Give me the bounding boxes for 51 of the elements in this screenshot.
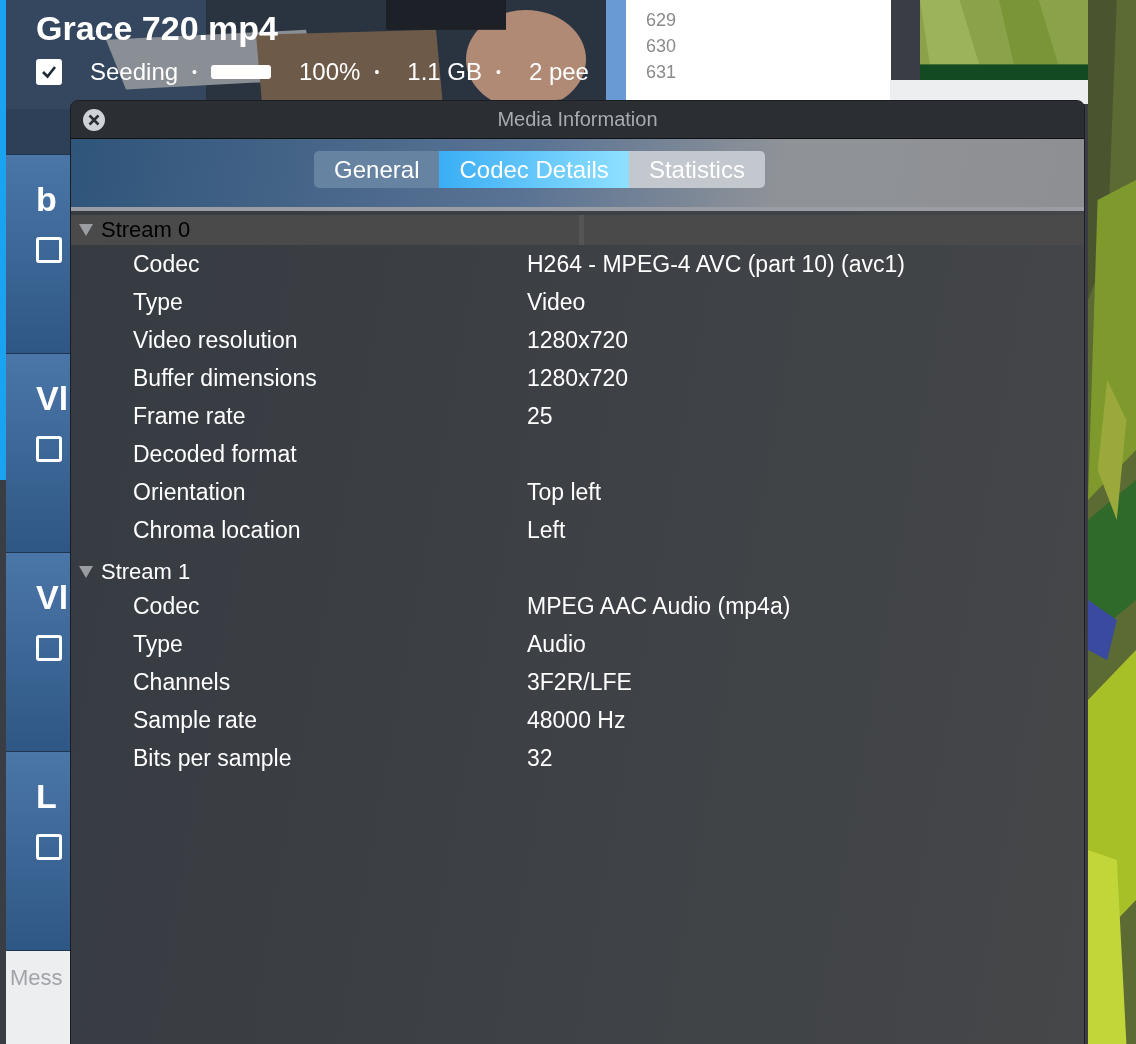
tab[interactable]: General xyxy=(314,151,440,188)
torrent-title: L xyxy=(36,776,57,816)
line-number: 630 xyxy=(646,35,677,58)
property-value: 1280x720 xyxy=(527,326,629,354)
property-value: Left xyxy=(527,516,566,544)
tab[interactable]: Codec Details xyxy=(439,151,629,188)
separator-dot: • xyxy=(496,64,501,80)
property-value: H264 - MPEG-4 AVC (part 10) (avc1) xyxy=(527,250,905,278)
property-label: Codec xyxy=(132,250,201,278)
property-value: 3F2R/LFE xyxy=(527,668,632,696)
property-value: 48000 Hz xyxy=(527,706,626,734)
property-value: 32 xyxy=(527,744,553,772)
checkbox[interactable] xyxy=(36,237,62,263)
property-label: Buffer dimensions xyxy=(132,364,318,392)
property-label: Sample rate xyxy=(132,706,258,734)
property-value: Video xyxy=(527,288,586,316)
property-label: Orientation xyxy=(132,478,247,506)
property-label: Video resolution xyxy=(132,326,299,354)
checkbox[interactable] xyxy=(36,59,62,85)
property-label: Channels xyxy=(132,668,232,696)
property-label: Decoded format xyxy=(132,440,298,468)
disclosure-triangle-icon[interactable] xyxy=(79,223,93,237)
line-number: 631 xyxy=(646,61,677,84)
separator-dot: • xyxy=(192,64,197,80)
property-value: MPEG AAC Audio (mp4a) xyxy=(527,592,791,620)
torrent-title: Vl xyxy=(36,378,69,418)
property-value: 25 xyxy=(527,402,553,430)
status-text: 100% xyxy=(299,58,361,86)
separator-dot: • xyxy=(374,64,380,80)
property-label: Codec xyxy=(132,592,201,620)
disclosure-triangle-icon[interactable] xyxy=(79,565,93,579)
tree-row[interactable]: Stream 0 xyxy=(71,215,1084,245)
torrent-title: b xyxy=(36,179,57,219)
checkbox[interactable] xyxy=(36,436,62,462)
progress-bar xyxy=(211,65,271,79)
close-icon[interactable] xyxy=(82,108,106,132)
property-label: Bits per sample xyxy=(132,744,293,772)
property-value: Audio xyxy=(527,630,586,658)
property-value: 1280x720 xyxy=(527,364,629,392)
property-label: Type xyxy=(132,288,184,316)
property-label: Type xyxy=(132,630,184,658)
message-field[interactable]: Mess xyxy=(6,961,70,995)
tree-row[interactable]: Stream 1 xyxy=(71,557,1084,587)
line-number: 629 xyxy=(646,9,677,32)
torrent-title: Vl xyxy=(36,577,69,617)
torrent-title: Grace 720.mp4 xyxy=(36,8,278,48)
property-label: Chroma location xyxy=(132,516,302,544)
property-value: Top left xyxy=(527,478,602,506)
checkbox[interactable] xyxy=(36,834,62,860)
checkbox[interactable] xyxy=(36,635,62,661)
property-label: Frame rate xyxy=(132,402,247,430)
